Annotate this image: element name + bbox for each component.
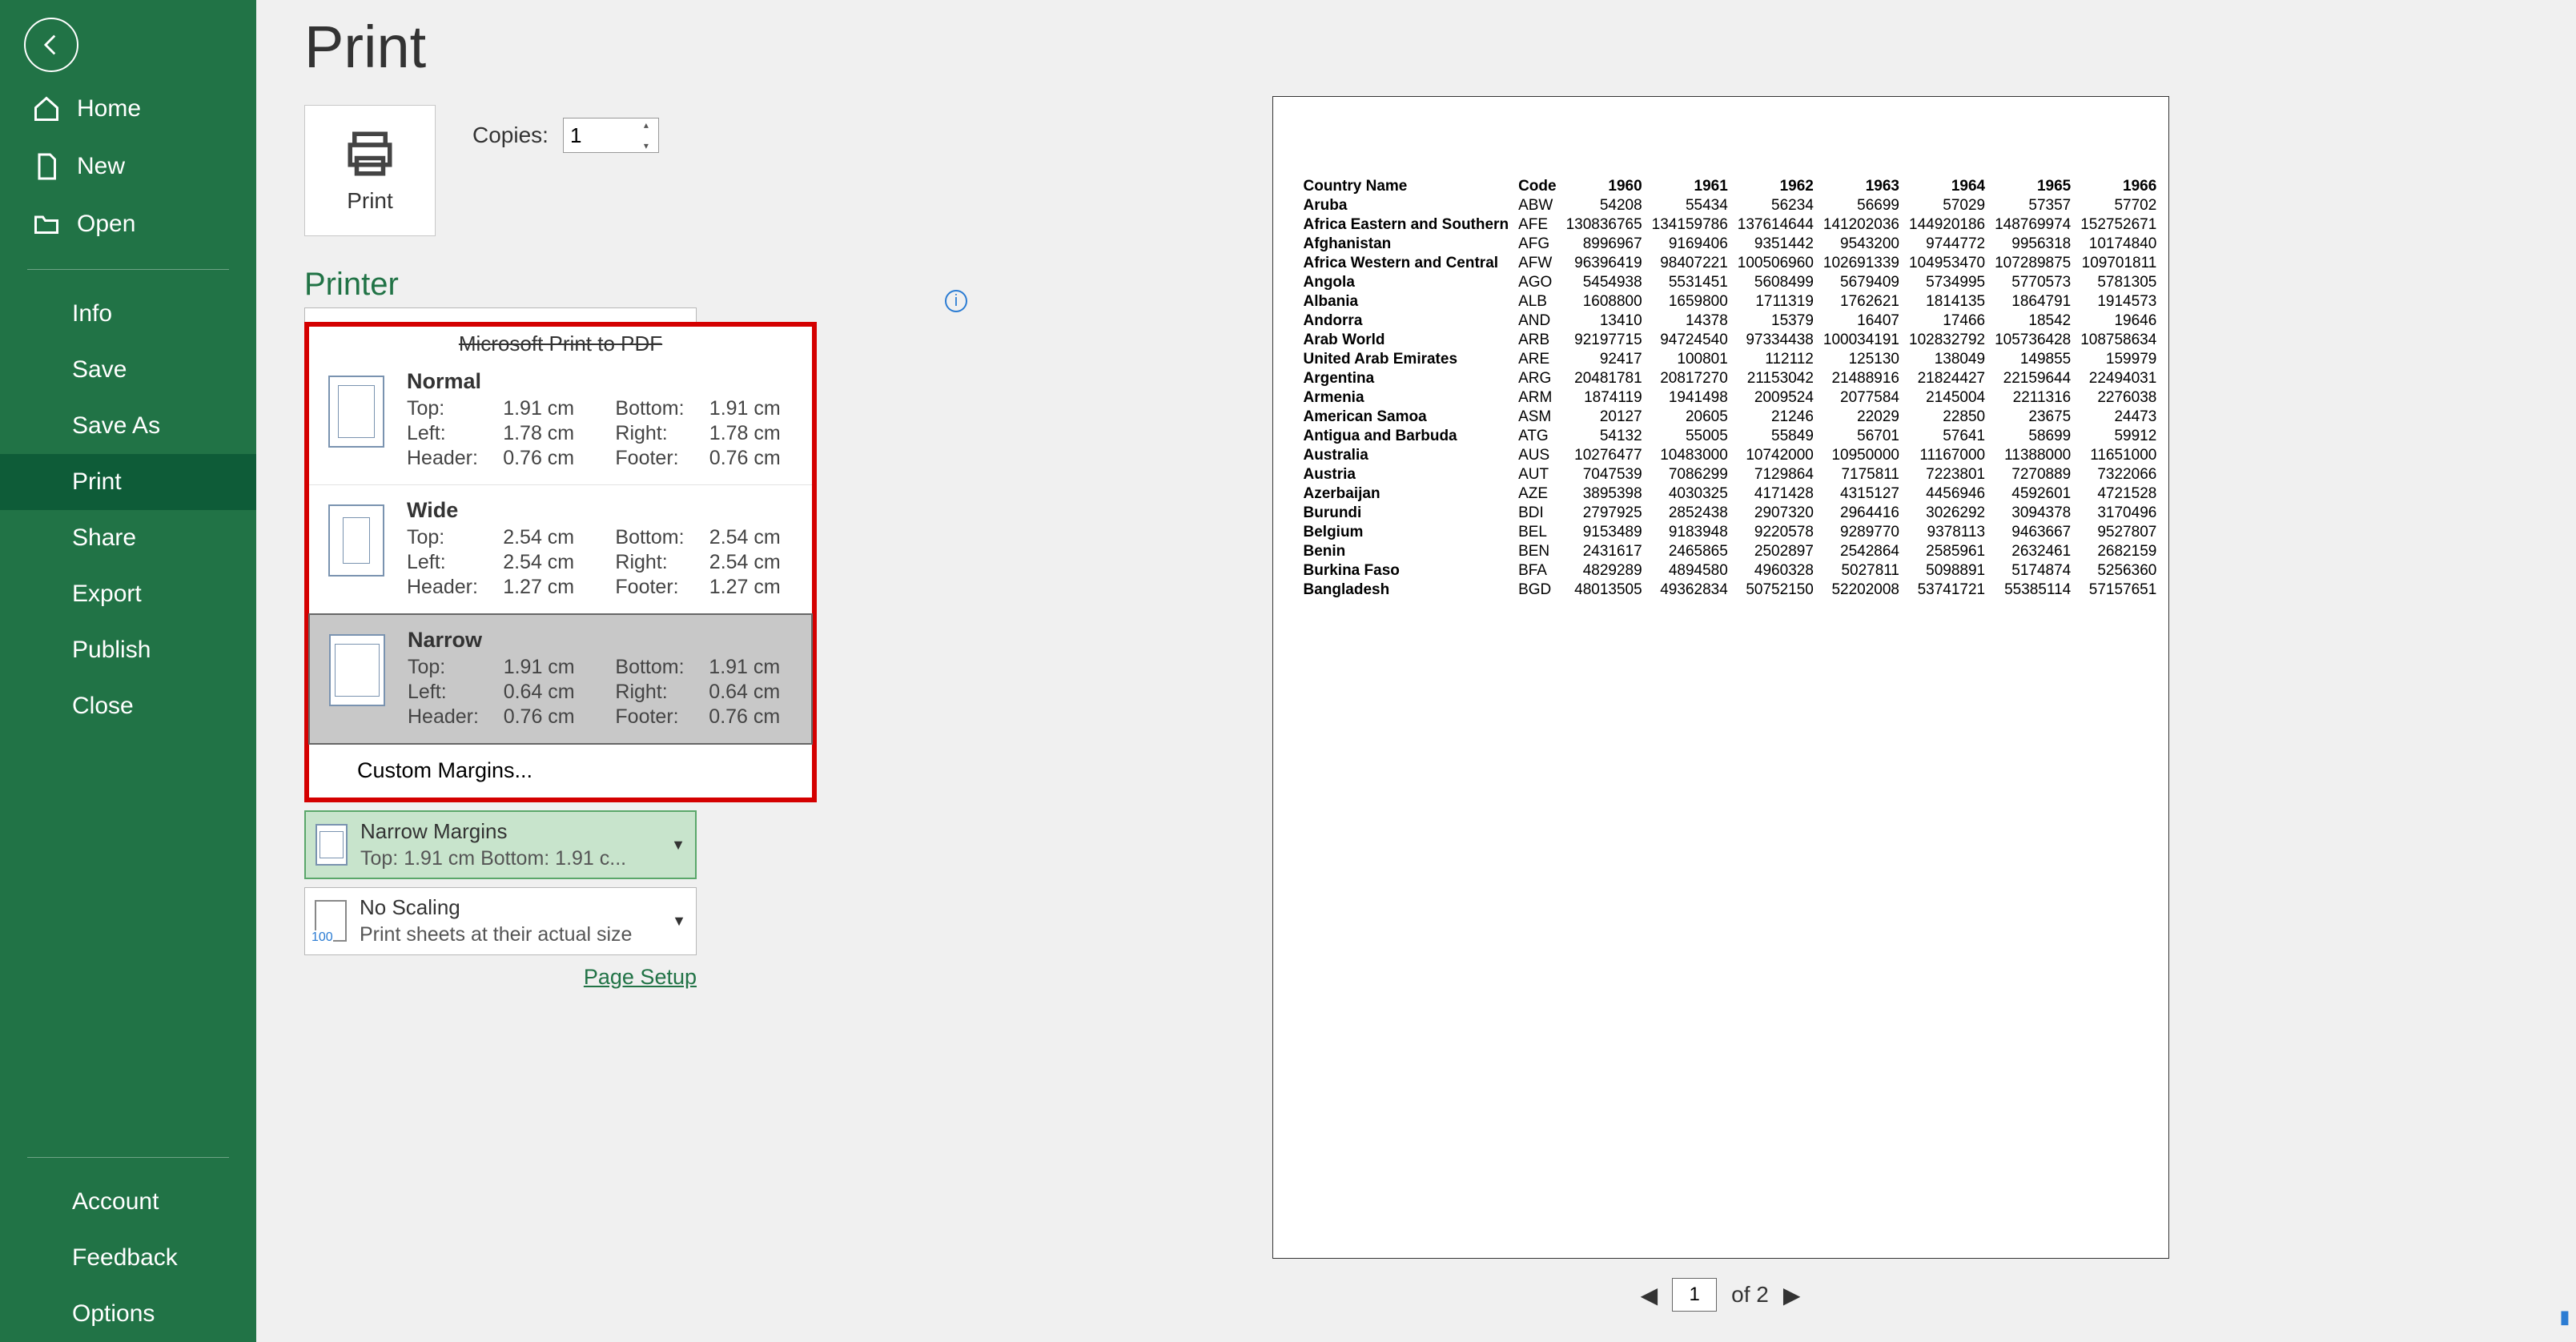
table-row: Africa Western and CentralAFW96396419984…: [1299, 254, 2162, 273]
page-setup-link-wrap: Page Setup: [304, 965, 697, 990]
backstage-sidebar: Home New Open Info Save Save As Print Sh…: [0, 0, 256, 1342]
margins-dropdown-popup: Microsoft Print to PDF NormalTop:1.91 cm…: [304, 322, 817, 802]
table-row: American SamoaASM20127206052124622029228…: [1299, 408, 2162, 427]
sidebar-info[interactable]: Info: [0, 286, 256, 342]
printer-icon: [344, 127, 396, 180]
page-setup-link[interactable]: Page Setup: [584, 965, 697, 989]
margin-option-name: Narrow: [408, 628, 792, 653]
sidebar-close[interactable]: Close: [0, 678, 256, 734]
back-arrow-icon: [38, 31, 65, 58]
sidebar-print[interactable]: Print: [0, 454, 256, 510]
printer-dropdown-partial[interactable]: [304, 307, 697, 322]
sidebar-new-label: New: [77, 153, 125, 180]
preview-data-table: Country NameCode196019611962196319641965…: [1299, 177, 2162, 600]
table-row: Antigua and BarbudaATG541325500555849567…: [1299, 427, 2162, 446]
hidden-printer-name: Microsoft Print to PDF: [309, 331, 812, 356]
margin-option-name: Wide: [407, 498, 793, 523]
margins-setting-title: Narrow Margins: [360, 818, 658, 846]
table-row: Africa Eastern and SouthernAFE1308367651…: [1299, 215, 2162, 235]
scaling-setting-row[interactable]: No Scaling Print sheets at their actual …: [304, 887, 697, 954]
table-row: AngolaAGO5454938553145156084995679409573…: [1299, 273, 2162, 292]
table-row: United Arab EmiratesARE92417100801112112…: [1299, 350, 2162, 369]
margin-option-wide[interactable]: WideTop:2.54 cmBottom:2.54 cmLeft:2.54 c…: [309, 485, 812, 614]
margin-preview-icon: [328, 376, 384, 448]
prev-page-button[interactable]: ◀: [1641, 1282, 1658, 1308]
table-row: AustriaAUT704753970862997129864717581172…: [1299, 465, 2162, 484]
page-number-input[interactable]: [1672, 1278, 1717, 1312]
chevron-down-icon: ▼: [671, 837, 685, 854]
table-row: BurundiBDI279792528524382907320296441630…: [1299, 504, 2162, 523]
printer-info-icon[interactable]: i: [945, 290, 967, 312]
margin-option-narrow[interactable]: NarrowTop:1.91 cmBottom:1.91 cmLeft:0.64…: [308, 613, 813, 745]
print-button[interactable]: Print: [304, 105, 436, 236]
print-preview-page: Country NameCode196019611962196319641965…: [1272, 96, 2169, 1259]
copies-input[interactable]: 1 ▴▾: [563, 118, 659, 153]
sidebar-new[interactable]: New: [0, 138, 256, 195]
margins-icon: [315, 824, 348, 866]
next-page-button[interactable]: ▶: [1783, 1282, 1801, 1308]
table-row: AfghanistanAFG89969679169406935144295432…: [1299, 235, 2162, 254]
table-row: ArgentinaARG2048178120817270211530422148…: [1299, 369, 2162, 388]
sidebar-open[interactable]: Open: [0, 195, 256, 253]
sidebar-save[interactable]: Save: [0, 342, 256, 398]
sidebar-home[interactable]: Home: [0, 80, 256, 138]
table-row: BeninBEN24316172465865250289725428642585…: [1299, 542, 2162, 561]
table-row: AlbaniaALB160880016598001711319176262118…: [1299, 292, 2162, 311]
sidebar-home-label: Home: [77, 95, 141, 123]
custom-margins-item[interactable]: Custom Margins...: [309, 744, 812, 798]
table-row: BelgiumBEL915348991839489220578928977093…: [1299, 523, 2162, 542]
sidebar-feedback[interactable]: Feedback: [0, 1230, 256, 1286]
table-row: BangladeshBGD480135054936283450752150522…: [1299, 581, 2162, 600]
page-count-label: of 2: [1731, 1282, 1769, 1308]
sidebar-account[interactable]: Account: [0, 1174, 256, 1230]
printer-heading: Printer: [304, 267, 817, 303]
chevron-down-icon: ▼: [672, 913, 686, 930]
margin-preview-icon: [328, 504, 384, 577]
scaling-setting-title: No Scaling: [360, 894, 659, 922]
table-row: AndorraAND134101437815379164071746618542…: [1299, 311, 2162, 331]
table-row: AzerbaijanAZE389539840303254171428431512…: [1299, 484, 2162, 504]
margins-setting-row[interactable]: Narrow Margins Top: 1.91 cm Bottom: 1.91…: [304, 810, 697, 879]
new-icon: [32, 152, 61, 181]
scaling-icon: [315, 900, 347, 942]
copies-up[interactable]: ▴: [637, 120, 655, 130]
table-row: Burkina FasoBFA4829289489458049603285027…: [1299, 561, 2162, 581]
copies-label: Copies:: [472, 123, 549, 148]
open-icon: [32, 210, 61, 239]
sidebar-share[interactable]: Share: [0, 510, 256, 566]
sidebar-saveas[interactable]: Save As: [0, 398, 256, 454]
table-row: ArmeniaARM187411919414982009524207758421…: [1299, 388, 2162, 408]
corner-marker: ▮: [2560, 1307, 2570, 1328]
sidebar-open-label: Open: [77, 211, 135, 238]
copies-down[interactable]: ▾: [637, 141, 655, 151]
table-row: AustraliaAUS1027647710483000107420001095…: [1299, 446, 2162, 465]
page-title: Print: [304, 13, 817, 81]
table-row: ArubaABW54208554345623456699570295735757…: [1299, 196, 2162, 215]
table-row: Arab WorldARB921977159472454097334438100…: [1299, 331, 2162, 350]
page-navigator: ◀ of 2 ▶: [1641, 1278, 1801, 1312]
print-button-label: Print: [347, 188, 393, 214]
sidebar-separator-1: [27, 269, 229, 270]
sidebar-separator-2: [27, 1157, 229, 1158]
sidebar-publish[interactable]: Publish: [0, 622, 256, 678]
home-icon: [32, 94, 61, 123]
margin-preview-icon: [329, 634, 385, 706]
sidebar-export[interactable]: Export: [0, 566, 256, 622]
back-button[interactable]: [24, 18, 78, 72]
sidebar-options[interactable]: Options: [0, 1286, 256, 1342]
margin-option-normal[interactable]: NormalTop:1.91 cmBottom:1.91 cmLeft:1.78…: [309, 356, 812, 485]
scaling-setting-sub: Print sheets at their actual size: [360, 922, 659, 948]
margin-option-name: Normal: [407, 369, 793, 394]
margins-setting-sub: Top: 1.91 cm Bottom: 1.91 c...: [360, 846, 658, 872]
